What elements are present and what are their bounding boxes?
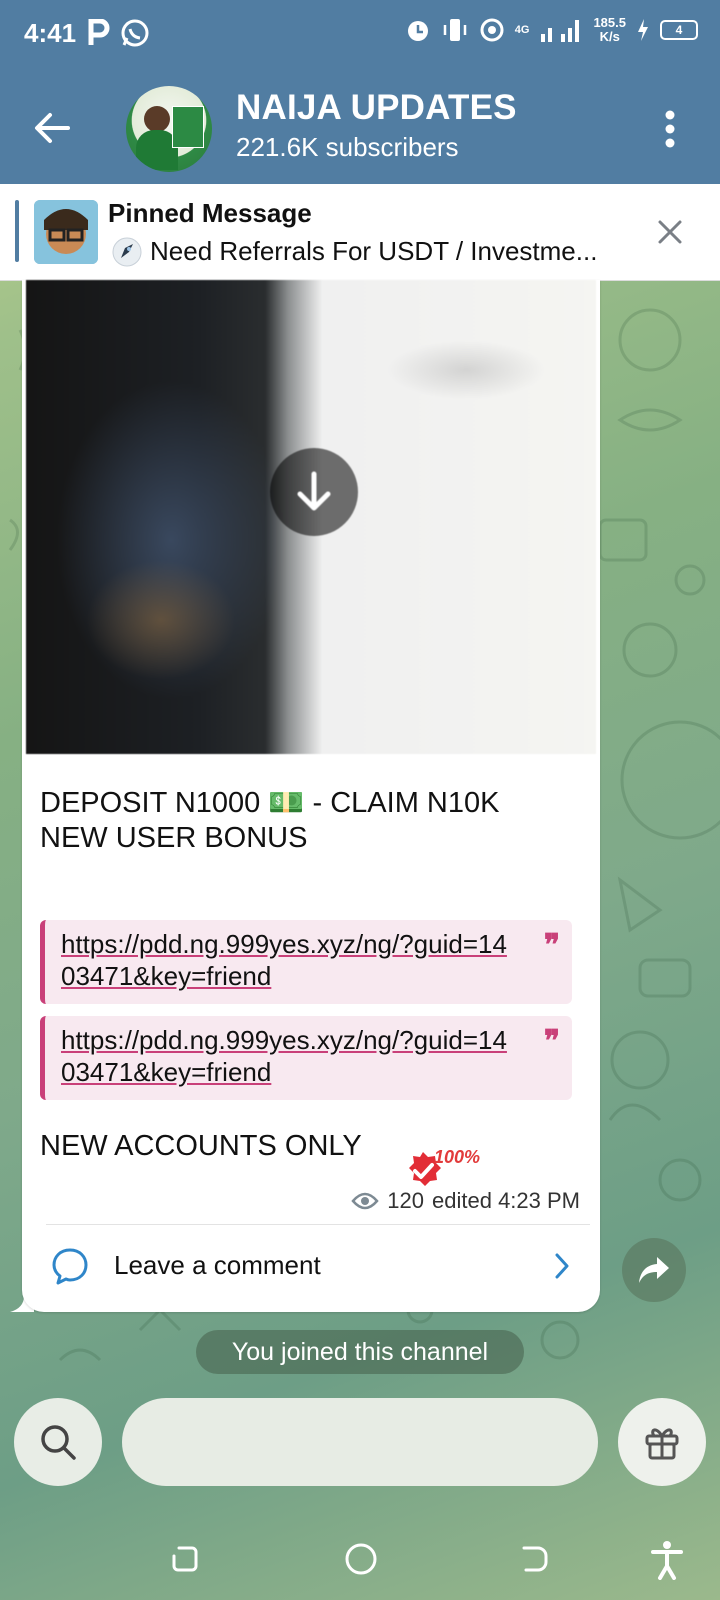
parking-icon <box>88 19 110 45</box>
system-navigation-bar <box>0 1520 720 1600</box>
chat-header: NAIJA UPDATES 221.6K subscribers <box>0 72 720 184</box>
download-arrow-icon <box>297 471 331 511</box>
message-bubble: DEPOSIT N1000 💵 - CLAIM N10K NEW USER BO… <box>22 280 600 1312</box>
battery-icon: 4 <box>660 20 698 40</box>
message-line-1: DEPOSIT N1000 💵 - CLAIM N10K <box>40 787 500 819</box>
media-preview[interactable] <box>26 280 596 754</box>
quote-icon: ❞ <box>543 928 560 963</box>
whatsapp-icon <box>121 19 149 47</box>
accessibility-icon[interactable] <box>650 1540 684 1580</box>
hotspot-icon <box>480 18 504 42</box>
back-arrow-icon[interactable] <box>30 106 74 150</box>
close-icon[interactable] <box>656 218 684 246</box>
service-message: You joined this channel <box>196 1330 524 1374</box>
share-button[interactable] <box>622 1238 686 1302</box>
comment-icon <box>52 1248 88 1285</box>
message-line-2: NEW USER BONUS <box>40 822 308 854</box>
link-quote-1: https://pdd.ng.999yes.xyz/ng/?guid=14034… <box>40 920 572 1004</box>
rocket-icon <box>112 237 142 266</box>
recent-apps-icon[interactable] <box>170 1544 200 1574</box>
pinned-thumbnail <box>34 200 98 264</box>
network-speed-unit: K/s <box>599 29 620 44</box>
bottom-action-pill[interactable] <box>122 1398 598 1486</box>
status-bar: 4:41 4G 185.5 K/s 4 <box>0 0 720 72</box>
link[interactable]: https://pdd.ng.999yes.xyz/ng/?guid=14034… <box>61 1024 521 1088</box>
avatar-card <box>172 106 204 148</box>
search-icon <box>41 1425 76 1460</box>
vibrate-icon <box>443 19 467 41</box>
system-icons: 4G 185.5 K/s 4 <box>405 16 698 44</box>
notification-icons <box>88 18 150 48</box>
battery-level: 4 <box>675 23 683 37</box>
gift-button[interactable] <box>618 1398 706 1486</box>
channel-avatar[interactable] <box>126 86 212 172</box>
avatar-person <box>144 106 170 132</box>
channel-title[interactable]: NAIJA UPDATES <box>236 88 517 128</box>
home-icon[interactable] <box>344 1542 378 1576</box>
network-speed-value: 185.5 <box>593 15 626 30</box>
status-time: 4:41 <box>24 18 77 48</box>
leave-comment-button[interactable]: Leave a comment <box>22 1226 600 1306</box>
view-count: 120 <box>387 1188 425 1213</box>
link[interactable]: https://pdd.ng.999yes.xyz/ng/?guid=14034… <box>61 928 521 992</box>
message-meta: 120 edited 4:23 PM <box>351 1188 580 1214</box>
share-icon <box>639 1257 669 1283</box>
search-button[interactable] <box>14 1398 102 1486</box>
quote-icon: ❞ <box>543 1024 560 1059</box>
chevron-right-icon <box>555 1253 569 1279</box>
network-speed: 185.5 K/s <box>593 16 626 44</box>
eye-icon <box>351 1192 379 1210</box>
media-blur-region <box>386 340 546 400</box>
divider <box>46 1224 590 1225</box>
network-type: 4G <box>514 24 530 36</box>
subscriber-count: 221.6K subscribers <box>236 132 459 162</box>
edited-time: edited 4:23 PM <box>432 1188 580 1213</box>
charging-icon <box>638 19 648 41</box>
message-footer-text: NEW ACCOUNTS ONLY <box>40 1130 362 1162</box>
pinned-preview-text: Need Referrals For USDT / Investme... <box>150 236 598 266</box>
system-back-icon[interactable] <box>520 1544 550 1574</box>
link-quote-2: https://pdd.ng.999yes.xyz/ng/?guid=14034… <box>40 1016 572 1100</box>
signal-icon <box>541 20 580 42</box>
pinned-indicator <box>15 200 19 262</box>
download-button[interactable] <box>270 448 358 536</box>
pinned-title: Pinned Message <box>108 198 312 228</box>
comment-label: Leave a comment <box>114 1250 321 1280</box>
alarm-icon <box>407 21 428 41</box>
media-blur-region <box>86 560 236 680</box>
pinned-message-bar[interactable]: Pinned Message Need Referrals For USDT /… <box>0 184 720 281</box>
hundred-badge: 100% <box>434 1147 481 1167</box>
gift-icon <box>645 1428 679 1460</box>
pinned-preview: Need Referrals For USDT / Investme... <box>112 236 632 267</box>
more-options-icon[interactable] <box>664 110 676 148</box>
